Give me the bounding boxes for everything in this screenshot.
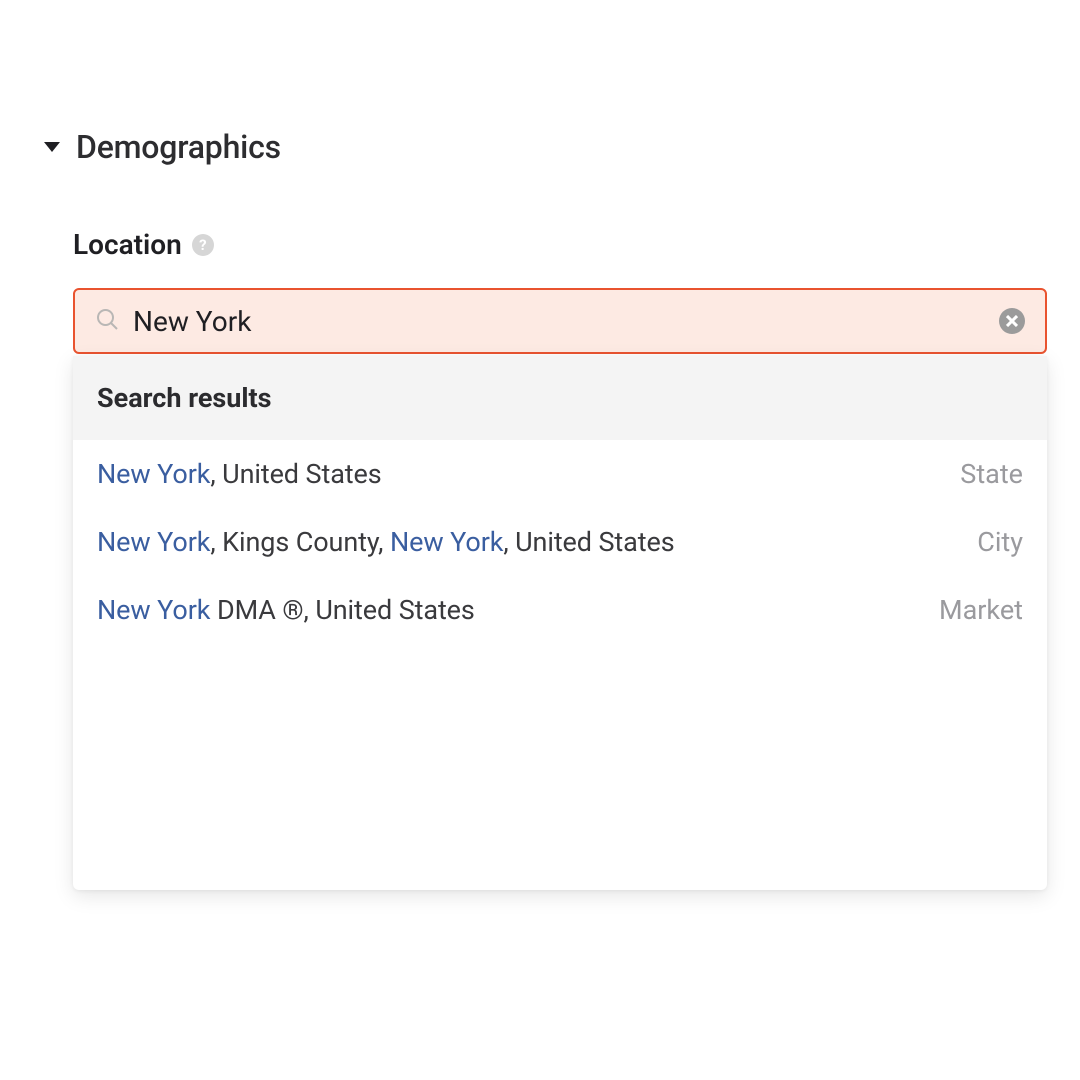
caret-down-icon (44, 142, 60, 152)
result-type: City (977, 526, 1023, 558)
location-results-dropdown: Search results New York, United States St… (73, 356, 1047, 890)
location-search-field[interactable] (73, 288, 1047, 354)
result-row[interactable]: New York DMA ®, United States Market (73, 576, 1047, 644)
location-label: Location (73, 228, 182, 261)
result-text: New York, Kings County, New York, United… (97, 526, 675, 558)
result-text: New York DMA ®, United States (97, 594, 475, 626)
result-row[interactable]: New York, United States State (73, 440, 1047, 508)
search-icon (95, 307, 119, 335)
result-row[interactable]: New York, Kings County, New York, United… (73, 508, 1047, 576)
location-search-input[interactable] (133, 305, 985, 338)
clear-search-button[interactable] (999, 308, 1025, 334)
result-text: New York, United States (97, 458, 382, 490)
demographics-section-toggle[interactable]: Demographics (44, 128, 281, 166)
section-title: Demographics (76, 128, 281, 166)
location-label-row: Location ? (73, 228, 214, 261)
help-icon[interactable]: ? (192, 234, 214, 256)
result-type: State (960, 458, 1023, 490)
results-list: New York, United States State New York, Ki… (73, 440, 1047, 644)
result-type: Market (939, 594, 1023, 626)
results-header: Search results (73, 356, 1047, 440)
